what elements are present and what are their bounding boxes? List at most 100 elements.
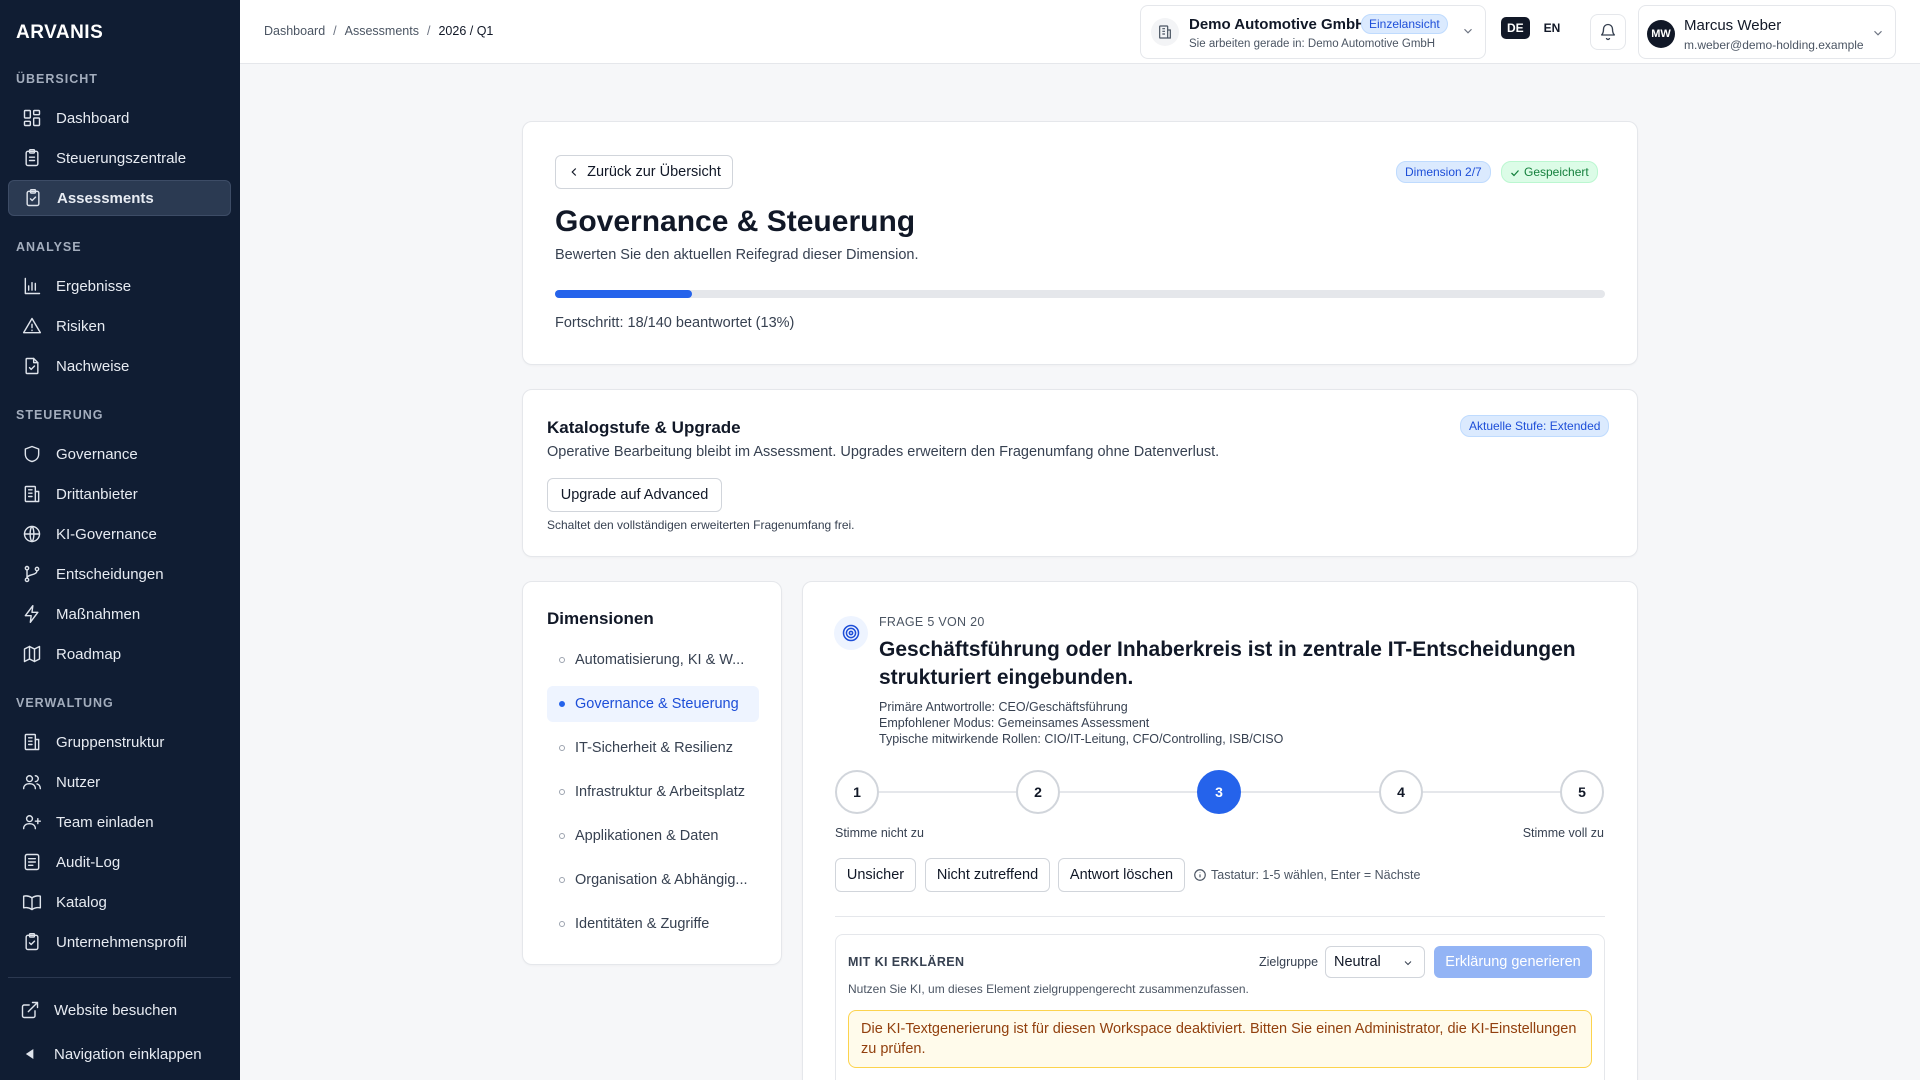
globe-icon	[23, 525, 41, 543]
sidebar-item-dashboard[interactable]: Dashboard	[8, 100, 231, 136]
progress-text: Fortschritt: 18/140 beantwortet (13%)	[555, 315, 795, 331]
dimension-badge: Dimension 2/7	[1396, 161, 1491, 183]
breadcrumb-current: 2026 / Q1	[438, 24, 494, 38]
chevron-down-icon	[1464, 28, 1472, 34]
sidebar-item-label: Steuerungszentrale	[56, 149, 187, 167]
dimensions-card: Dimensionen Automatisierung, KI & W... G…	[522, 581, 782, 965]
sidebar-item-massnahmen[interactable]: Maßnahmen	[8, 596, 231, 632]
page-title: Governance & Steuerung	[555, 205, 916, 238]
sidebar-item-nutzer[interactable]: Nutzer	[8, 764, 231, 800]
notifications-button[interactable]	[1590, 14, 1626, 50]
sidebar-item-assessments[interactable]: Assessments	[8, 180, 231, 216]
sidebar-item-katalog[interactable]: Katalog	[8, 884, 231, 920]
sidebar-item-unternehmensprofil[interactable]: Unternehmensprofil	[8, 924, 231, 960]
user-email: m.weber@demo-holding.example	[1684, 38, 1864, 52]
sidebar-item-roadmap[interactable]: Roadmap	[8, 636, 231, 672]
sidebar-item-ergebnisse[interactable]: Ergebnisse	[8, 268, 231, 304]
breadcrumb-assessments[interactable]: Assessments	[345, 24, 419, 38]
dimension-item[interactable]: Governance & Steuerung	[547, 686, 759, 722]
breadcrumb-dashboard[interactable]: Dashboard	[264, 24, 325, 38]
catalog-card: Katalogstufe & Upgrade Aktuelle Stufe: E…	[522, 389, 1638, 557]
dimension-dot	[559, 701, 565, 707]
sidebar-item-label: Roadmap	[56, 645, 122, 663]
clear-answer-button[interactable]: Antwort löschen	[1058, 858, 1185, 892]
user-plus-icon	[22, 815, 42, 830]
unsure-button[interactable]: Unsicher	[835, 858, 916, 892]
catalog-title: Katalogstufe & Upgrade	[547, 418, 741, 437]
catalog-level-badge: Aktuelle Stufe: Extended	[1460, 415, 1610, 437]
assessment-header-card: Zurück zur Übersicht Dimension 2/7 Gespe…	[522, 121, 1638, 365]
back-to-overview-button[interactable]: Zurück zur Übersicht	[555, 155, 733, 189]
sidebar: ARVANIS ÜBERSICHT Dashboard Steuerungsze…	[0, 0, 240, 1080]
meta-recommended-mode: Empfohlener Modus: Gemeinsames Assessmen…	[879, 716, 1150, 730]
target-icon	[834, 616, 868, 650]
check-icon	[1511, 170, 1519, 177]
building-icon	[24, 733, 40, 751]
sidebar-item-label: KI-Governance	[56, 525, 157, 543]
section-title-steuerung: STEUERUNG	[16, 408, 104, 422]
workspace-name: Demo Automotive GmbH	[1189, 16, 1366, 33]
building-icon	[24, 485, 40, 503]
upgrade-button[interactable]: Upgrade auf Advanced	[547, 478, 722, 512]
not-applicable-button[interactable]: Nicht zutreffend	[925, 858, 1050, 892]
sidebar-item-label: Maßnahmen	[56, 605, 141, 623]
sidebar-item-governance[interactable]: Governance	[8, 436, 231, 472]
target-group-label: Zielgruppe	[1259, 955, 1319, 969]
info-icon	[1194, 869, 1206, 881]
dimension-item[interactable]: IT-Sicherheit & Resilienz	[547, 730, 759, 766]
dimension-item[interactable]: Identitäten & Zugriffe	[547, 906, 759, 942]
divider	[835, 916, 1605, 917]
visit-website-link[interactable]: Website besuchen	[8, 992, 231, 1028]
breadcrumb-separator: /	[426, 24, 431, 38]
generate-explanation-button[interactable]: Erklärung generieren	[1434, 946, 1592, 978]
scale-connector	[1422, 791, 1562, 793]
sidebar-item-label: Dashboard	[56, 109, 130, 127]
dimension-dot	[559, 921, 565, 927]
dimension-item[interactable]: Organisation & Abhängig...	[547, 862, 759, 898]
target-group-value: Neutral	[1334, 954, 1381, 970]
sidebar-item-audit-log[interactable]: Audit-Log	[8, 844, 231, 880]
question-meta: Primäre Antwortrolle: CEO/Geschäftsführu…	[879, 699, 1283, 747]
question-counter: FRAGE 5 VON 20	[879, 615, 985, 629]
sidebar-item-nachweise[interactable]: Nachweise	[8, 348, 231, 384]
ai-disabled-warning: Die KI-Textgenerierung ist für diesen Wo…	[848, 1010, 1592, 1068]
sidebar-item-drittanbieter[interactable]: Drittanbieter	[8, 476, 231, 512]
clipboard-check-icon	[26, 188, 40, 207]
dimension-item[interactable]: Automatisierung, KI & W...	[547, 642, 759, 678]
ai-title: MIT KI ERKLÄREN	[848, 955, 965, 969]
users-icon	[22, 775, 42, 790]
sidebar-item-ki-governance[interactable]: KI-Governance	[8, 516, 231, 552]
shield-icon	[24, 445, 40, 463]
sidebar-item-label: Nachweise	[56, 357, 130, 375]
dimension-label: Organisation & Abhängig...	[575, 872, 748, 888]
sidebar-item-steuerungszentrale[interactable]: Steuerungszentrale	[8, 140, 231, 176]
scale-option-5[interactable]: 5	[1560, 770, 1604, 814]
back-label: Zurück zur Übersicht	[587, 164, 721, 180]
dimension-item[interactable]: Applikationen & Daten	[547, 818, 759, 854]
user-menu[interactable]: MW Marcus Weber m.weber@demo-holding.exa…	[1638, 5, 1896, 59]
scale-option-4[interactable]: 4	[1379, 770, 1423, 814]
sidebar-item-team-einladen[interactable]: Team einladen	[8, 804, 231, 840]
sidebar-item-label: Governance	[56, 445, 138, 463]
collapse-navigation-label: Navigation einklappen	[54, 1045, 202, 1063]
sidebar-item-risiken[interactable]: Risiken	[8, 308, 231, 344]
scale-option-2[interactable]: 2	[1016, 770, 1060, 814]
sidebar-item-label: Audit-Log	[56, 853, 121, 871]
visit-website-label: Website besuchen	[54, 1001, 178, 1019]
meta-contributing-roles: Typische mitwirkende Rollen: CIO/IT-Leit…	[879, 732, 1284, 746]
lang-en-button[interactable]: EN	[1538, 17, 1567, 39]
dimension-dot	[559, 789, 565, 795]
chevron-down-icon	[1874, 30, 1882, 36]
workspace-subtitle: Sie arbeiten gerade in: Demo Automotive …	[1189, 38, 1436, 50]
collapse-navigation-button[interactable]: Navigation einklappen	[8, 1036, 231, 1072]
scale-option-1[interactable]: 1	[835, 770, 879, 814]
target-group-select[interactable]: Neutral	[1325, 946, 1425, 978]
sidebar-item-gruppenstruktur[interactable]: Gruppenstruktur	[8, 724, 231, 760]
dimension-item[interactable]: Infrastruktur & Arbeitsplatz	[547, 774, 759, 810]
workspace-switcher[interactable]: Demo Automotive GmbH Einzelansicht Sie a…	[1140, 5, 1486, 59]
lang-de-button[interactable]: DE	[1501, 17, 1530, 39]
sidebar-item-entscheidungen[interactable]: Entscheidungen	[8, 556, 231, 592]
dimension-label: Infrastruktur & Arbeitsplatz	[575, 784, 746, 800]
scale-option-3[interactable]: 3	[1197, 770, 1241, 814]
scale-connector	[1060, 791, 1198, 793]
